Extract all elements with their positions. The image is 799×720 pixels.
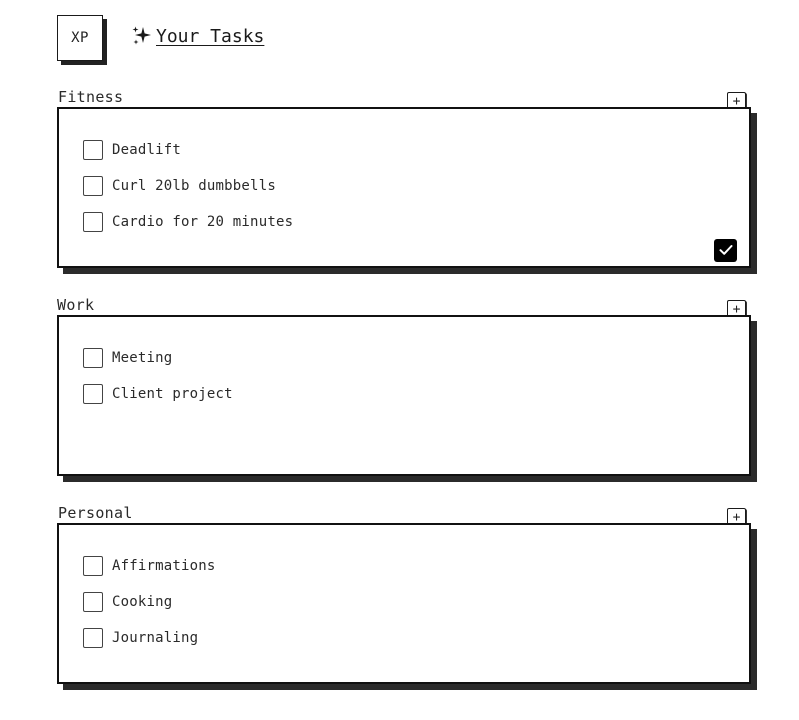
plus-icon: + — [732, 93, 741, 109]
tasks-page: XP Your Tasks Fitness + Deadlift Curl 20… — [0, 0, 799, 720]
list-item: Meeting — [83, 340, 233, 376]
task-list: Meeting Client project — [83, 340, 233, 412]
header: XP Your Tasks — [57, 14, 264, 62]
list-item: Journaling — [83, 620, 216, 656]
task-label: Curl 20lb dumbbells — [112, 178, 276, 194]
task-checkbox[interactable] — [83, 628, 103, 648]
task-label: Deadlift — [112, 142, 182, 158]
list-item: Deadlift — [83, 132, 293, 168]
xp-badge[interactable]: XP — [57, 15, 103, 61]
task-checkbox[interactable] — [83, 556, 103, 576]
plus-icon: + — [732, 509, 741, 525]
title-wrap: Your Tasks — [131, 25, 264, 47]
task-checkbox[interactable] — [83, 212, 103, 232]
task-card: Deadlift Curl 20lb dumbbells Cardio for … — [57, 107, 751, 268]
section-title: Fitness — [58, 88, 124, 106]
page-title-link[interactable]: Your Tasks — [156, 26, 264, 47]
task-label: Cooking — [112, 594, 173, 610]
task-label: Meeting — [112, 350, 173, 366]
section-title: Personal — [58, 504, 133, 522]
list-item: Cooking — [83, 584, 216, 620]
list-item: Client project — [83, 376, 233, 412]
task-list: Affirmations Cooking Journaling — [83, 548, 216, 656]
task-checkbox[interactable] — [83, 348, 103, 368]
task-label: Affirmations — [112, 558, 216, 574]
task-checkbox[interactable] — [83, 592, 103, 612]
section-title: Work — [57, 296, 95, 314]
task-list: Deadlift Curl 20lb dumbbells Cardio for … — [83, 132, 293, 240]
task-checkbox[interactable] — [83, 140, 103, 160]
task-label: Cardio for 20 minutes — [112, 214, 294, 230]
task-checkbox[interactable] — [83, 384, 103, 404]
task-card: Meeting Client project — [57, 315, 751, 476]
task-label: Journaling — [112, 630, 199, 646]
task-label: Client project — [112, 386, 233, 402]
task-checkbox[interactable] — [83, 176, 103, 196]
complete-button[interactable] — [714, 239, 737, 262]
task-card: Affirmations Cooking Journaling — [57, 523, 751, 684]
sparkles-icon — [131, 25, 153, 47]
checkmark-icon — [719, 241, 733, 260]
list-item: Affirmations — [83, 548, 216, 584]
list-item: Curl 20lb dumbbells — [83, 168, 293, 204]
plus-icon: + — [732, 301, 741, 317]
list-item: Cardio for 20 minutes — [83, 204, 293, 240]
